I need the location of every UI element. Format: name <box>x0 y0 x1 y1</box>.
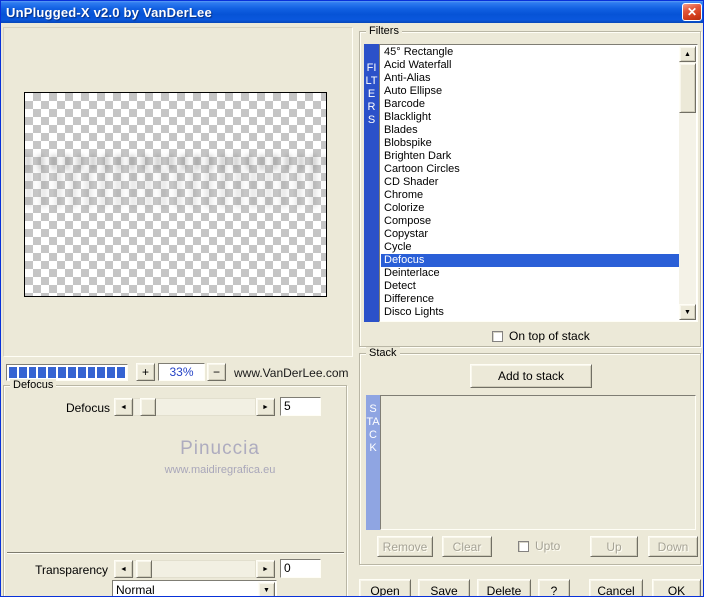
defocus-value-input[interactable]: 5 <box>280 397 321 416</box>
transparency-slider-thumb[interactable] <box>136 560 152 578</box>
defocus-slider-thumb[interactable] <box>140 398 156 416</box>
filter-list-item[interactable]: Acid Waterfall <box>381 59 679 72</box>
on-top-of-stack-checkbox[interactable] <box>492 330 503 342</box>
remove-button[interactable]: Remove <box>377 536 433 557</box>
filters-scrollbar[interactable]: ▲ ▼ <box>679 46 696 320</box>
cancel-button[interactable]: Cancel <box>589 579 643 596</box>
progress-segment <box>107 367 116 378</box>
defocus-slider-left-arrow[interactable]: ◄ <box>114 398 133 416</box>
transparency-slider-left-arrow[interactable]: ◄ <box>114 560 133 578</box>
progress-segment <box>48 367 57 378</box>
transparency-value-input[interactable]: 0 <box>280 559 321 578</box>
progress-segment <box>58 367 66 378</box>
blend-mode-value: Normal <box>116 583 155 597</box>
filter-list-item[interactable]: Cycle <box>381 241 679 254</box>
up-button[interactable]: Up <box>590 536 638 557</box>
scroll-up-icon[interactable]: ▲ <box>679 46 696 62</box>
separator-line <box>7 552 344 554</box>
filter-list-item[interactable]: Blades <box>381 124 679 137</box>
defocus-slider-right-arrow[interactable]: ► <box>256 398 275 416</box>
close-icon[interactable]: ✕ <box>682 3 702 21</box>
preview-panel <box>3 27 353 357</box>
filters-group-label: Filters <box>366 25 402 37</box>
filter-list-item[interactable]: Deinterlace <box>381 267 679 280</box>
defocus-group: Defocus Defocus ◄ ► 5 Pinuccia www.maidi… <box>3 379 347 597</box>
progress-segment <box>117 367 125 378</box>
transparency-slider-track[interactable] <box>133 560 256 578</box>
defocus-group-label: Defocus <box>10 379 57 391</box>
filter-list-item[interactable]: Detect <box>381 280 679 293</box>
open-button[interactable]: Open <box>359 579 411 596</box>
progress-segment <box>97 367 106 378</box>
save-button[interactable]: Save <box>418 579 470 596</box>
filter-list-item[interactable]: Auto Ellipse <box>381 85 679 98</box>
delete-button[interactable]: Delete <box>477 579 531 596</box>
stack-vertical-label: STACK <box>366 395 380 530</box>
zoom-level: 33% <box>158 363 205 381</box>
on-top-of-stack-row: On top of stack <box>492 329 590 343</box>
zoom-out-button[interactable]: − <box>207 363 226 381</box>
filter-list-item[interactable]: Barcode <box>381 98 679 111</box>
progress-segment <box>9 367 17 378</box>
progress-segment <box>28 367 37 378</box>
filter-list-item[interactable]: Cartoon Circles <box>381 163 679 176</box>
filter-list-item[interactable]: Distortion <box>381 319 679 320</box>
filter-list-item[interactable]: Blobspike <box>381 137 679 150</box>
add-to-stack-button[interactable]: Add to stack <box>470 364 592 388</box>
progress-segment <box>87 367 96 378</box>
progress-segment <box>77 367 86 378</box>
filters-group: Filters FILTERS 45° Rectangle Acid Waterf… <box>359 25 701 347</box>
ok-button[interactable]: OK <box>652 579 701 596</box>
filter-list-item[interactable]: Difference <box>381 293 679 306</box>
defocus-slider-track[interactable] <box>133 398 256 416</box>
preview-image[interactable] <box>24 92 327 297</box>
filters-list: 45° Rectangle Acid Waterfall Anti-Alias Aut… <box>379 44 698 322</box>
filter-list-item[interactable]: 45° Rectangle <box>381 46 679 59</box>
filter-list-item[interactable]: Blacklight <box>381 111 679 124</box>
filter-list-item[interactable]: Copystar <box>381 228 679 241</box>
progress-segment <box>67 367 76 378</box>
chevron-down-icon[interactable]: ▼ <box>258 582 275 596</box>
filter-list-item[interactable]: Compose <box>381 215 679 228</box>
stack-group-label: Stack <box>366 347 400 359</box>
zoom-in-button[interactable]: + <box>136 363 155 381</box>
down-button[interactable]: Down <box>648 536 698 557</box>
blend-mode-select[interactable]: Normal ▼ <box>112 580 277 597</box>
vendor-link: www.VanDerLee.com <box>234 366 349 380</box>
upto-checkbox[interactable] <box>518 540 529 552</box>
transparency-slider-right-arrow[interactable]: ► <box>256 560 275 578</box>
transparency-slider-label: Transparency <box>35 563 108 577</box>
filter-list-item[interactable]: Brighten Dark <box>381 150 679 163</box>
filters-list-rows: 45° Rectangle Acid Waterfall Anti-Alias Aut… <box>381 46 679 320</box>
upto-label: Upto <box>535 539 561 553</box>
watermark-title: Pinuccia <box>180 438 260 459</box>
watermark-url: www.maidiregrafica.eu <box>164 464 276 476</box>
filters-vertical-label: FILTERS <box>364 44 379 322</box>
filter-list-item[interactable]: Disco Lights <box>381 306 679 319</box>
clear-button[interactable]: Clear <box>442 536 492 557</box>
filter-list-item[interactable]: Chrome <box>381 189 679 202</box>
defocus-slider-label: Defocus <box>65 401 110 415</box>
progress-segment <box>38 367 47 378</box>
window-title: UnPlugged-X v2.0 by VanDerLee <box>6 4 212 20</box>
help-button[interactable]: ? <box>538 579 570 596</box>
upto-row: Upto <box>518 539 560 553</box>
stack-list[interactable] <box>380 395 696 530</box>
filter-list-item[interactable]: Defocus <box>381 254 679 267</box>
scrollbar-thumb[interactable] <box>679 63 696 113</box>
blurred-preview-content <box>25 155 326 170</box>
filter-list-item[interactable]: CD Shader <box>381 176 679 189</box>
blurred-preview-content <box>25 170 326 208</box>
plugin-dialog: UnPlugged-X v2.0 by VanDerLee ✕ + 33% − … <box>0 0 704 597</box>
on-top-of-stack-label: On top of stack <box>509 329 590 343</box>
filter-list-item[interactable]: Colorize <box>381 202 679 215</box>
progress-segment <box>18 367 27 378</box>
stack-group: Stack Add to stack STACK Remove Clear Up… <box>359 347 701 565</box>
scroll-down-icon[interactable]: ▼ <box>679 304 696 320</box>
title-bar: UnPlugged-X v2.0 by VanDerLee ✕ <box>1 1 703 23</box>
filter-list-item[interactable]: Anti-Alias <box>381 72 679 85</box>
